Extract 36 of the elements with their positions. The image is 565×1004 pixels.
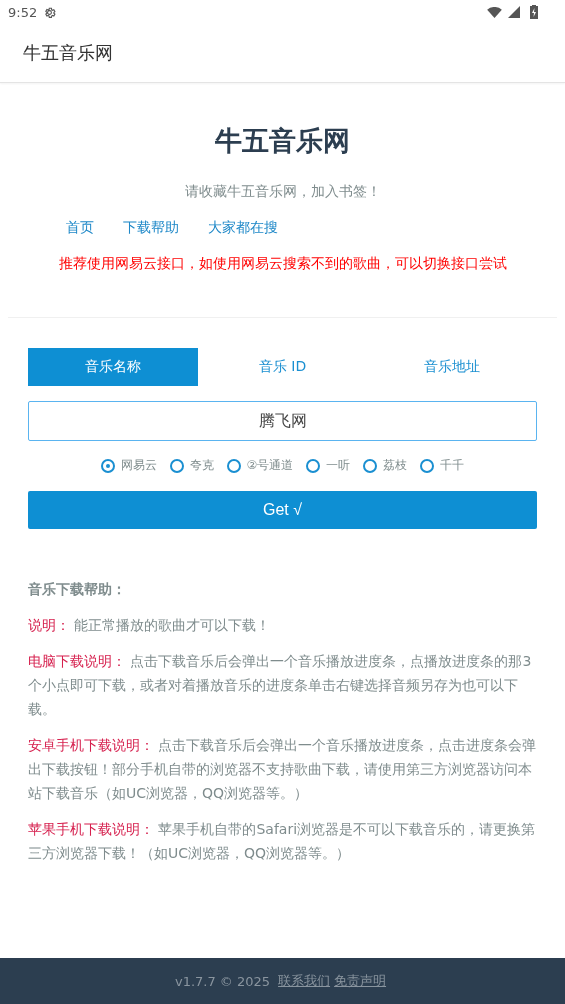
radio-label[interactable]: 网易云	[120, 457, 157, 474]
radio-button[interactable]	[306, 458, 321, 473]
get-button[interactable]: Get √	[28, 491, 537, 529]
app-title: 牛五音乐网	[23, 41, 113, 65]
tab[interactable]: 音乐地址	[367, 348, 537, 386]
battery-icon	[530, 5, 538, 19]
notice-text: 推荐使用网易云接口，如使用网易云搜索不到的歌曲，可以切换接口尝试	[57, 255, 508, 273]
nav-link[interactable]: 首页	[66, 219, 94, 237]
radio-button[interactable]	[100, 458, 115, 473]
radio-button[interactable]	[226, 458, 241, 473]
help-paragraph: 电脑下载说明： 点击下载音乐后会弹出一个音乐播放进度条，点播放进度条的那3个小点即可下载，或者对着播放音乐的进度条单击右键选择音频另存为也可以下载。	[28, 652, 533, 719]
wifi-icon	[487, 6, 502, 18]
help-title: 音乐下载帮助：	[28, 580, 127, 599]
radio-button[interactable]	[169, 458, 184, 473]
nav-link[interactable]: 大家都在搜	[208, 219, 278, 237]
radio-button[interactable]	[420, 458, 435, 473]
settings-icon	[43, 5, 57, 19]
radio-label[interactable]: 一听	[326, 457, 351, 474]
help-paragraph: 说明： 能正常播放的歌曲才可以下载！	[28, 616, 272, 635]
help-paragraph: 安卓手机下载说明： 点击下载音乐后会弹出一个音乐播放进度条，点击进度条会弹出下载按钮！部分手机自带的浏览器不支持歌曲下载，请使用第三方浏览器访问本站下载音乐（如UC浏览器，QQ浏览器等。）	[28, 736, 537, 803]
search-field[interactable]: 腾飞网	[28, 401, 537, 441]
radio-button[interactable]	[363, 458, 378, 473]
site-title: 牛五音乐网	[214, 124, 351, 158]
subtitle: 请收藏牛五音乐网，加入书签！	[183, 183, 382, 201]
radio-label[interactable]: 夸克	[189, 457, 214, 474]
radio-label[interactable]: ②号通道	[246, 457, 294, 474]
version-text: v1.7.7 © 2025	[174, 973, 271, 989]
footer-link[interactable]: 联系我们	[278, 973, 331, 988]
help-paragraph: 苹果手机下载说明： 苹果手机自带的Safari浏览器是不可以下载音乐的，请更换第三方浏览器下载！（如UC浏览器，QQ浏览器等。）	[28, 820, 537, 863]
signal-icon	[508, 6, 520, 18]
nav-link[interactable]: 下载帮助	[123, 219, 179, 237]
tab[interactable]: 音乐 ID	[197, 348, 368, 386]
radio-label[interactable]: 千千	[440, 457, 465, 474]
status-time: 9:52	[8, 4, 38, 20]
radio-label[interactable]: 荔枝	[383, 457, 408, 474]
tab[interactable]: 音乐名称	[28, 348, 198, 386]
